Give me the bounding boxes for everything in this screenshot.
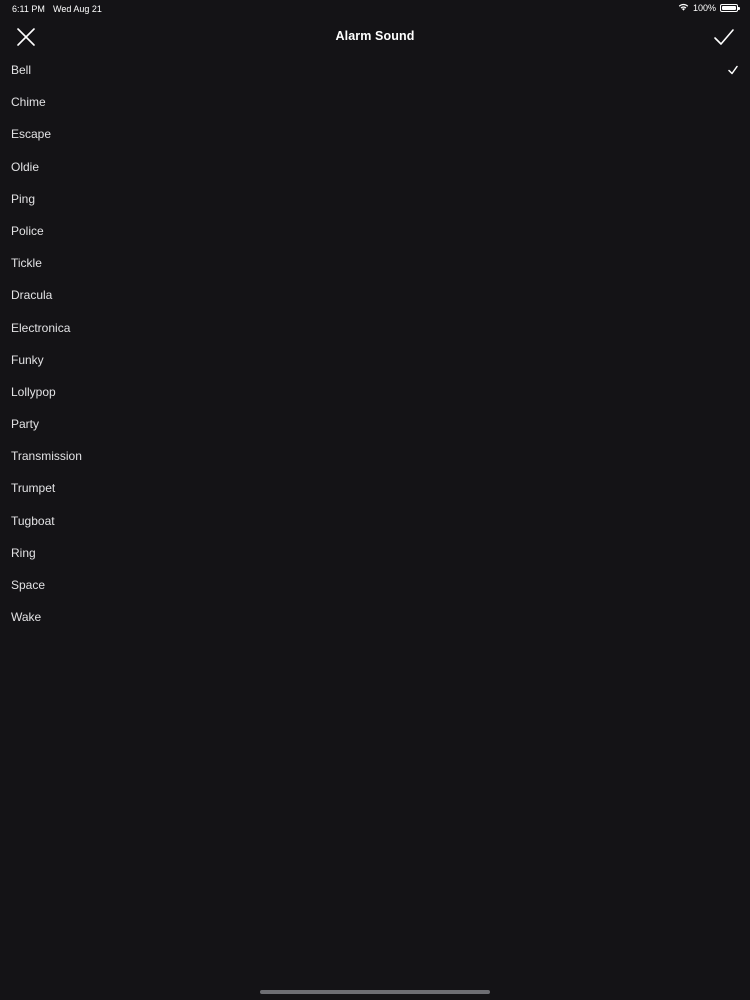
sound-option-oldie[interactable]: Oldie [0, 151, 750, 183]
sound-list: Bell Chime Escape Oldie Ping Police Tickle Drac… [0, 54, 750, 633]
confirm-button[interactable] [711, 24, 737, 50]
sound-option-label: Lollypop [11, 384, 56, 399]
selected-checkmark-icon [728, 65, 738, 75]
sound-option-label: Wake [11, 610, 42, 625]
sound-option-label: Transmission [11, 449, 82, 464]
sound-option-label: Oldie [11, 159, 40, 174]
sound-option-label: Electronica [11, 320, 71, 335]
sound-option-label: Chime [11, 95, 46, 110]
battery-percent: 100% [692, 3, 716, 13]
sound-option-chime[interactable]: Chime [0, 86, 750, 118]
sound-option-label: Funky [11, 352, 44, 367]
battery-cap [738, 7, 740, 10]
sound-option-electronica[interactable]: Electronica [0, 312, 750, 344]
battery-icon [720, 4, 740, 12]
sound-option-tugboat[interactable]: Tugboat [0, 505, 750, 537]
sound-option-lollypop[interactable]: Lollypop [0, 376, 750, 408]
sound-option-ping[interactable]: Ping [0, 183, 750, 215]
sound-option-trumpet[interactable]: Trumpet [0, 472, 750, 504]
sound-option-label: Trumpet [11, 481, 56, 496]
sound-option-label: Bell [11, 63, 32, 77]
sound-option-funky[interactable]: Funky [0, 344, 750, 376]
sound-option-label: Ping [11, 191, 36, 206]
status-bar: 6:11 PM Wed Aug 21 100% [0, 0, 750, 18]
home-indicator[interactable] [260, 990, 490, 994]
sound-option-label: Escape [11, 127, 52, 142]
sound-option-dracula[interactable]: Dracula [0, 279, 750, 311]
sound-option-label: Police [11, 223, 44, 238]
sound-option-bell[interactable]: Bell [0, 54, 750, 86]
wifi-icon [678, 3, 689, 13]
battery-level [722, 6, 736, 10]
sound-option-label: Party [11, 417, 40, 432]
sound-option-ring[interactable]: Ring [0, 537, 750, 569]
sound-option-label: Space [11, 578, 46, 592]
sound-option-police[interactable]: Police [0, 215, 750, 247]
sound-option-label: Tickle [11, 256, 42, 271]
sound-option-label: Dracula [11, 288, 53, 303]
alarm-sound-screen: 6:11 PM Wed Aug 21 100% Alarm Sound Bell… [0, 0, 750, 1000]
status-time: 6:11 PM [12, 4, 45, 14]
status-date: Wed Aug 21 [53, 4, 102, 14]
sound-option-space[interactable]: Space [0, 569, 750, 601]
sound-option-transmission[interactable]: Transmission [0, 440, 750, 472]
sound-option-wake[interactable]: Wake [0, 601, 750, 633]
sound-option-label: Ring [11, 545, 36, 560]
status-indicators: 100% [678, 3, 740, 13]
navigation-bar: Alarm Sound [0, 20, 750, 54]
page-title: Alarm Sound [335, 29, 415, 43]
checkmark-icon [714, 29, 734, 45]
sound-option-escape[interactable]: Escape [0, 118, 750, 150]
sound-option-tickle[interactable]: Tickle [0, 247, 750, 279]
sound-option-label: Tugboat [11, 513, 55, 528]
sound-option-party[interactable]: Party [0, 408, 750, 440]
